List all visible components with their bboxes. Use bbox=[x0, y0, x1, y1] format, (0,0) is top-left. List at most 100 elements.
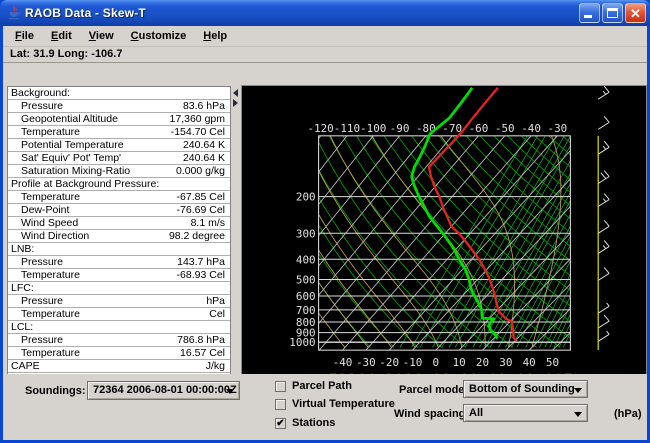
svg-text:-40: -40 bbox=[333, 356, 353, 369]
svg-text:40: 40 bbox=[523, 356, 536, 369]
row-value: 240.64 K bbox=[183, 152, 230, 164]
svg-text:-20: -20 bbox=[379, 356, 399, 369]
row-label: CAPE bbox=[8, 360, 206, 372]
table-row: LFC: bbox=[8, 282, 230, 295]
table-row: LCL: bbox=[8, 321, 230, 334]
checkbox-box-icon[interactable] bbox=[275, 399, 286, 410]
location-label: Lat: 31.9 Long: -106.7 bbox=[3, 47, 647, 63]
svg-text:20: 20 bbox=[476, 356, 489, 369]
minimize-icon bbox=[584, 15, 592, 18]
svg-text:-60: -60 bbox=[469, 122, 489, 135]
parcel-mode-select[interactable]: Bottom of Sounding bbox=[463, 380, 588, 398]
svg-text:-10: -10 bbox=[403, 356, 423, 369]
row-label: Pressure bbox=[8, 334, 177, 346]
data-table: Background:Pressure83.6 hPaGeopotential … bbox=[7, 86, 231, 394]
row-label: Wind Speed bbox=[8, 217, 191, 229]
table-row: Geopotential Altitude17,360 gpm bbox=[8, 113, 230, 126]
table-row: Temperature16.57 Cel bbox=[8, 347, 230, 360]
row-value: 83.6 hPa bbox=[183, 100, 230, 112]
maximize-icon bbox=[607, 8, 618, 18]
svg-text:1000: 1000 bbox=[289, 336, 315, 349]
parcel-mode-dropdown-arrow-icon bbox=[574, 388, 582, 393]
table-row: PressurehPa bbox=[8, 295, 230, 308]
skewt-chart: -120-110-100-90-80-70-60-50-40-30-40-30-… bbox=[242, 86, 646, 395]
row-value: hPa bbox=[206, 295, 230, 307]
menu-item-file[interactable]: File bbox=[8, 28, 41, 44]
window-title: RAOB Data - Skew-T bbox=[25, 6, 579, 20]
menu-item-edit[interactable]: Edit bbox=[44, 28, 79, 44]
svg-text:-50: -50 bbox=[495, 122, 515, 135]
svg-text:-30: -30 bbox=[356, 356, 376, 369]
row-label: Pressure bbox=[8, 256, 177, 268]
table-row: Wind Speed8.1 m/s bbox=[8, 217, 230, 230]
skewt-chart-panel: -120-110-100-90-80-70-60-50-40-30-40-30-… bbox=[241, 85, 647, 396]
row-label: Wind Direction bbox=[8, 230, 169, 242]
row-value: J/kg bbox=[206, 360, 230, 372]
row-label: LFC: bbox=[8, 282, 225, 294]
split-divider[interactable] bbox=[231, 85, 241, 396]
row-value: -76.69 Cel bbox=[177, 204, 230, 216]
row-label: LNB: bbox=[8, 243, 225, 255]
maximize-button[interactable] bbox=[602, 3, 623, 23]
wind-spacing-select[interactable]: All bbox=[463, 404, 588, 422]
table-row: Wind Direction98.2 degree bbox=[8, 230, 230, 243]
table-row: CAPEJ/kg bbox=[8, 360, 230, 373]
wind-spacing-dropdown-arrow-icon bbox=[574, 412, 582, 417]
svg-text:400: 400 bbox=[296, 253, 316, 266]
soundings-label: Soundings: bbox=[25, 385, 86, 397]
svg-text:500: 500 bbox=[296, 273, 316, 286]
svg-text:-30: -30 bbox=[548, 122, 568, 135]
menu-item-help[interactable]: Help bbox=[196, 28, 234, 44]
row-label: Temperature bbox=[8, 191, 177, 203]
menu-item-customize[interactable]: Customize bbox=[124, 28, 194, 44]
table-row: Profile at Background Pressure: bbox=[8, 178, 230, 191]
checkbox-label: Parcel Path bbox=[292, 380, 352, 392]
title-bar[interactable]: RAOB Data - Skew-T ✕ bbox=[0, 0, 650, 26]
row-label: Saturation Mixing-Ratio bbox=[8, 165, 176, 177]
close-button[interactable]: ✕ bbox=[625, 3, 646, 23]
svg-text:-100: -100 bbox=[360, 122, 386, 135]
wind-spacing-select-value: All bbox=[469, 407, 483, 419]
row-value: 240.64 K bbox=[183, 139, 230, 151]
svg-text:-40: -40 bbox=[521, 122, 541, 135]
table-row: Temperature-154.70 Cel bbox=[8, 126, 230, 139]
row-value: 143.7 hPa bbox=[177, 256, 230, 268]
soundings-select-value: 72364 2006-08-01 00:00:00Z bbox=[93, 384, 237, 396]
row-label: Sat' Equiv' Pot' Temp' bbox=[8, 152, 183, 164]
parcel-path-checkbox[interactable]: Parcel Path bbox=[275, 380, 352, 392]
checkbox-box-icon[interactable] bbox=[275, 381, 286, 392]
soundings-select[interactable]: 72364 2006-08-01 00:00:00Z bbox=[87, 381, 240, 400]
minimize-button[interactable] bbox=[579, 3, 600, 23]
svg-text:600: 600 bbox=[296, 290, 316, 303]
parcel-mode-label: Parcel mode: bbox=[399, 384, 468, 396]
checkbox-label: Virtual Temperature bbox=[292, 398, 395, 410]
row-label: Temperature bbox=[8, 269, 177, 281]
row-value: 17,360 gpm bbox=[170, 113, 230, 125]
row-label: Background: bbox=[8, 87, 225, 99]
table-row: Dew-Point-76.69 Cel bbox=[8, 204, 230, 217]
table-row: Potential Temperature240.64 K bbox=[8, 139, 230, 152]
table-row: Sat' Equiv' Pot' Temp'240.64 K bbox=[8, 152, 230, 165]
table-row: Pressure786.8 hPa bbox=[8, 334, 230, 347]
collapse-right-icon[interactable] bbox=[233, 99, 238, 107]
svg-text:10: 10 bbox=[453, 356, 466, 369]
table-row: Saturation Mixing-Ratio0.000 g/kg bbox=[8, 165, 230, 178]
row-value: 8.1 m/s bbox=[191, 217, 230, 229]
collapse-left-icon[interactable] bbox=[233, 89, 238, 97]
svg-text:300: 300 bbox=[296, 227, 316, 240]
soundings-dropdown-arrow-icon bbox=[226, 389, 234, 394]
table-row: Temperature-68.93 Cel bbox=[8, 269, 230, 282]
stations-checkbox[interactable]: ✔ Stations bbox=[275, 417, 335, 429]
row-label: Pressure bbox=[8, 295, 206, 307]
svg-text:-90: -90 bbox=[390, 122, 410, 135]
row-label: Geopotential Altitude bbox=[8, 113, 170, 125]
checkbox-label: Stations bbox=[292, 417, 335, 429]
checkbox-box-icon[interactable]: ✔ bbox=[275, 418, 286, 429]
menu-item-view[interactable]: View bbox=[82, 28, 121, 44]
virtual-temperature-checkbox[interactable]: Virtual Temperature bbox=[275, 398, 395, 410]
parcel-mode-select-value: Bottom of Sounding bbox=[469, 383, 575, 395]
svg-text:30: 30 bbox=[499, 356, 512, 369]
table-row: Background: bbox=[8, 87, 230, 100]
svg-text:200: 200 bbox=[296, 191, 316, 204]
row-value: -67.85 Cel bbox=[177, 191, 230, 203]
